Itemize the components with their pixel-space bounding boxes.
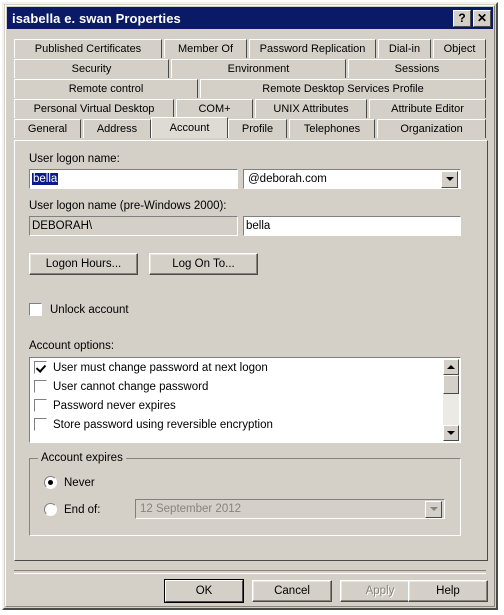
tab-sessions[interactable]: Sessions	[348, 59, 486, 78]
tab-security[interactable]: Security	[14, 59, 169, 78]
option-checkbox-0[interactable]	[34, 361, 47, 374]
tab-password-replication[interactable]: Password Replication	[249, 39, 376, 58]
tab-object[interactable]: Object	[433, 39, 486, 58]
tab-strip: Published Certificates Member Of Passwor…	[14, 37, 488, 138]
tab-row-4: Personal Virtual Desktop COM+ UNIX Attri…	[14, 97, 488, 118]
tab-remote-control[interactable]: Remote control	[14, 79, 198, 98]
account-expires-end-of-radio[interactable]	[44, 503, 57, 516]
unlock-account-checkbox[interactable]	[29, 303, 42, 316]
scroll-up-button[interactable]	[443, 359, 459, 375]
tab-personal-virtual-desktop[interactable]: Personal Virtual Desktop	[14, 99, 174, 118]
footer-divider	[14, 570, 486, 574]
account-tab-panel: User logon name: bella @deborah.com User…	[14, 140, 488, 561]
option-checkbox-1[interactable]	[34, 380, 47, 393]
help-button[interactable]: Help	[408, 580, 488, 602]
arrow-down-icon	[447, 431, 455, 435]
scrollbar-thumb[interactable]	[443, 375, 459, 394]
close-icon[interactable]: ✕	[473, 9, 491, 27]
unlock-account-row[interactable]: Unlock account	[29, 303, 129, 316]
domain-prefix-field: DEBORAH\	[29, 216, 238, 236]
account-expires-never-label: Never	[64, 476, 95, 489]
option-checkbox-3[interactable]	[34, 418, 47, 431]
option-label-2: Password never expires	[53, 399, 176, 412]
option-row-0[interactable]: User must change password at next logon	[30, 358, 460, 377]
unlock-account-label: Unlock account	[50, 303, 129, 316]
tab-row-3: Remote control Remote Desktop Services P…	[14, 77, 488, 98]
account-options-label: Account options:	[29, 340, 115, 352]
help-icon[interactable]: ?	[453, 9, 471, 27]
account-expires-date-picker: 12 September 2012	[135, 499, 445, 519]
pre-windows-2000-input[interactable]: bella	[243, 216, 461, 236]
tab-dial-in[interactable]: Dial-in	[378, 39, 431, 58]
tab-attribute-editor[interactable]: Attribute Editor	[369, 99, 486, 118]
upn-suffix-value: @deborah.com	[248, 173, 327, 185]
chevron-down-icon	[445, 177, 454, 181]
upn-suffix-combo[interactable]: @deborah.com	[243, 169, 461, 189]
pre-windows-2000-value: bella	[246, 220, 271, 232]
account-expires-legend: Account expires	[38, 452, 126, 464]
option-label-0: User must change password at next logon	[53, 361, 268, 374]
date-picker-dropdown-button	[425, 500, 442, 518]
tab-general[interactable]: General	[14, 119, 81, 138]
option-row-2[interactable]: Password never expires	[30, 396, 460, 415]
log-on-to-button[interactable]: Log On To...	[149, 253, 258, 275]
cancel-button[interactable]: Cancel	[252, 580, 332, 602]
tab-row-2: Security Environment Sessions	[14, 57, 488, 78]
tab-account[interactable]: Account	[151, 117, 228, 138]
option-label-3: Store password using reversible encrypti…	[53, 418, 273, 431]
tab-organization[interactable]: Organization	[377, 119, 486, 138]
account-options-scrollbar[interactable]	[443, 359, 459, 441]
tab-com-plus[interactable]: COM+	[176, 99, 253, 118]
option-row-3[interactable]: Store password using reversible encrypti…	[30, 415, 460, 434]
arrow-up-icon	[447, 365, 455, 369]
title-bar: isabella e. swan Properties ? ✕	[7, 7, 493, 29]
tab-member-of[interactable]: Member Of	[164, 39, 247, 58]
tab-profile[interactable]: Profile	[228, 119, 287, 138]
tab-row-1: Published Certificates Member Of Passwor…	[14, 37, 488, 58]
tab-remote-desktop-services-profile[interactable]: Remote Desktop Services Profile	[200, 79, 486, 98]
properties-dialog: isabella e. swan Properties ? ✕ Publishe…	[2, 2, 498, 610]
user-logon-name-label: User logon name:	[29, 153, 120, 165]
account-expires-never-row[interactable]: Never	[44, 476, 95, 489]
option-checkbox-2[interactable]	[34, 399, 47, 412]
account-expires-group: Account expires Never End of: 12 Septemb…	[29, 452, 461, 536]
account-expires-end-of-label: End of:	[64, 503, 101, 516]
tab-environment[interactable]: Environment	[171, 59, 346, 78]
option-label-1: User cannot change password	[53, 380, 209, 393]
user-logon-name-input[interactable]: bella	[29, 169, 238, 189]
account-options-list[interactable]: User must change password at next logon …	[29, 357, 461, 443]
tab-row-5: General Address Account Profile Telephon…	[14, 117, 488, 138]
account-expires-never-radio[interactable]	[44, 476, 57, 489]
tab-unix-attributes[interactable]: UNIX Attributes	[255, 99, 367, 118]
tab-telephones[interactable]: Telephones	[289, 119, 375, 138]
tab-address[interactable]: Address	[83, 119, 151, 138]
chevron-down-icon	[429, 507, 438, 511]
scrollbar-track[interactable]	[443, 375, 459, 425]
ok-button-label: OK	[165, 580, 243, 602]
account-expires-end-of-row[interactable]: End of:	[44, 503, 100, 516]
domain-prefix-value: DEBORAH\	[32, 220, 93, 232]
logon-hours-button[interactable]: Logon Hours...	[29, 253, 138, 275]
account-expires-date-value: 12 September 2012	[140, 503, 242, 515]
user-logon-name-value: bella	[32, 173, 59, 185]
ok-button[interactable]: OK	[164, 579, 244, 603]
tab-published-certificates[interactable]: Published Certificates	[14, 39, 162, 58]
option-row-1[interactable]: User cannot change password	[30, 377, 460, 396]
scroll-down-button[interactable]	[443, 425, 459, 441]
upn-suffix-dropdown-button[interactable]	[441, 170, 458, 188]
pre-windows-2000-label: User logon name (pre-Windows 2000):	[29, 200, 227, 212]
window-title: isabella e. swan Properties	[12, 10, 181, 26]
